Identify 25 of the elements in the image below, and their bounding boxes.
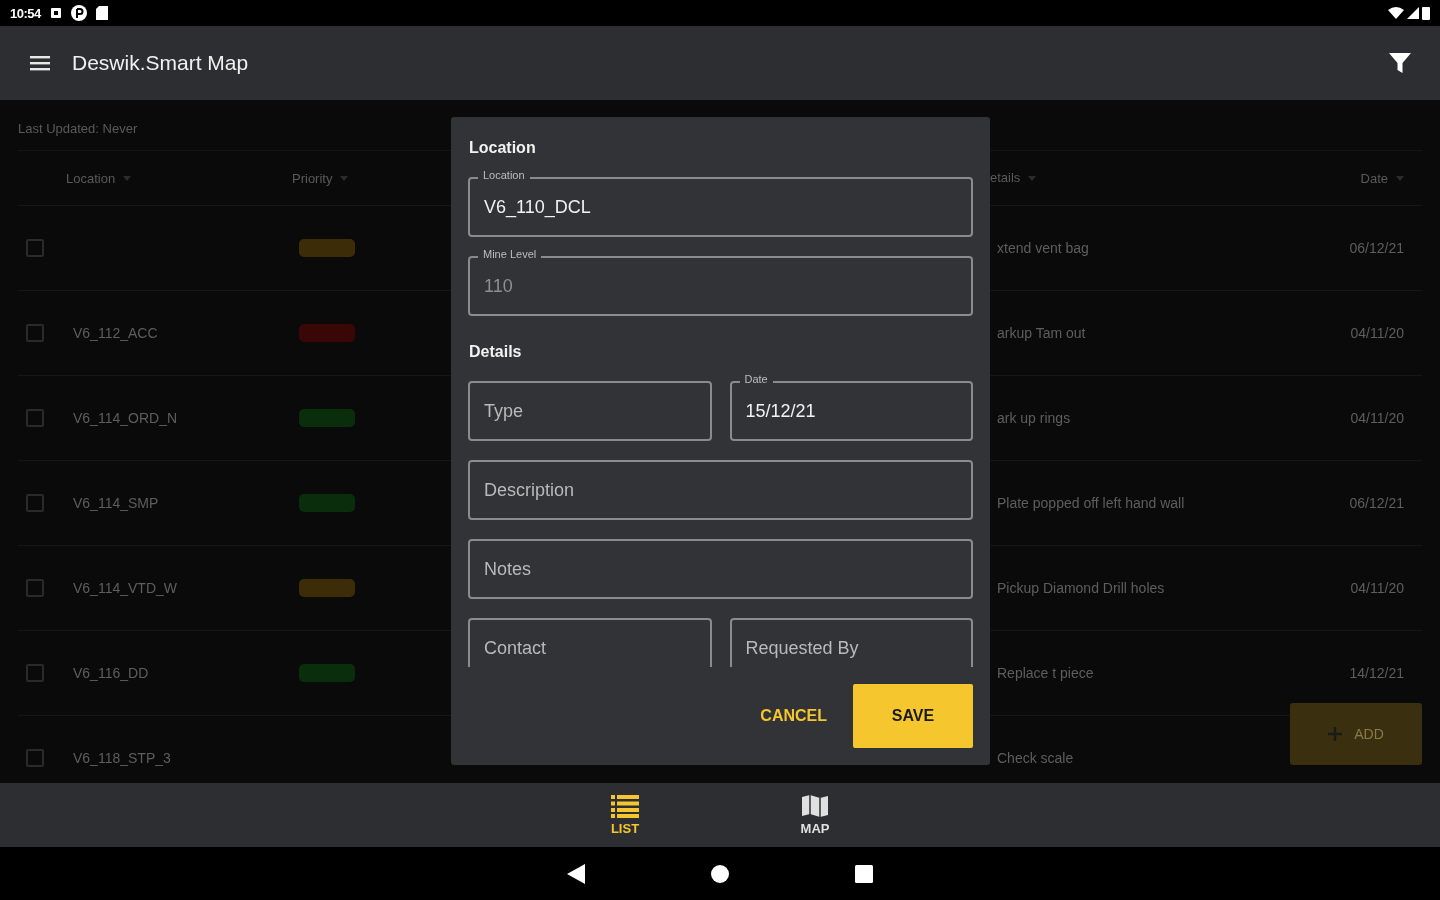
table-cell: V6_112_ACC — [73, 325, 158, 341]
table-cell: 04/11/20 — [1350, 325, 1404, 341]
app-title: Deswik.Smart Map — [72, 51, 249, 75]
table-cell: V6_116_DD — [73, 665, 149, 681]
table-cell: Check scale — [997, 749, 1074, 767]
table-cell: V6_114_SMP — [73, 495, 159, 511]
section-title: Details — [469, 343, 522, 361]
clock-time: 10:54 — [10, 5, 41, 21]
field-label: Mine Level — [478, 248, 542, 261]
table-cell: arkup Tam out — [997, 324, 1086, 342]
table-cell: 06/12/21 — [1349, 495, 1404, 511]
table-cell: V6_118_STP_3 — [73, 750, 171, 766]
table-cell: V6_114_VTD_W — [73, 580, 177, 596]
table-cell: xtend vent bag — [997, 239, 1089, 257]
table-cell: 04/11/20 — [1350, 410, 1404, 426]
table-cell: ark up rings — [997, 409, 1071, 427]
table-cell: 14/12/21 — [1349, 665, 1404, 681]
field-label: Date — [739, 373, 773, 386]
field-label: Location — [478, 169, 530, 182]
table-cell: Plate popped off left hand wall — [997, 494, 1185, 512]
table-cell: 06/12/21 — [1349, 240, 1404, 256]
table-cell: Replace t piece — [997, 664, 1094, 682]
table-cell: Pickup Diamond Drill holes — [997, 579, 1165, 597]
table-cell: V6_114_ORD_N — [73, 410, 178, 426]
table-cell: 04/11/20 — [1350, 580, 1404, 596]
